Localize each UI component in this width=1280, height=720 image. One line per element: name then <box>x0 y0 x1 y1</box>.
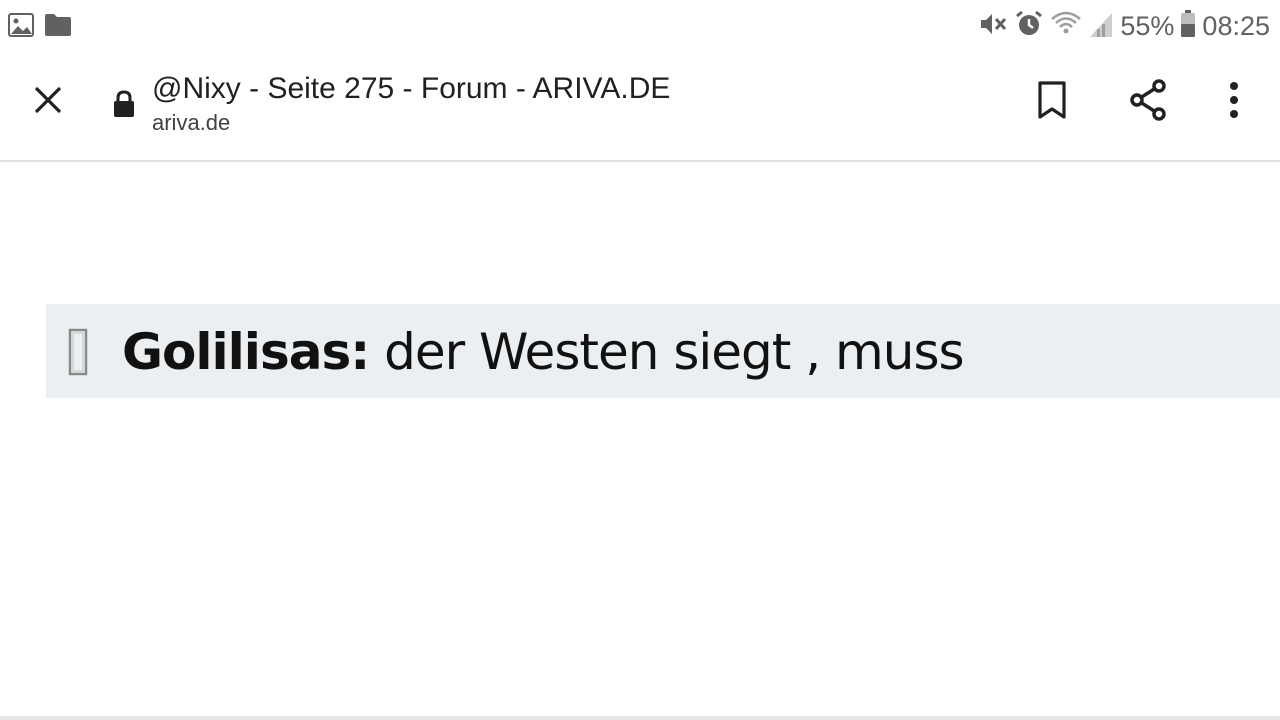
lock-icon <box>112 90 136 118</box>
status-bar-left <box>8 13 72 42</box>
page-host: ariva.de <box>152 110 231 135</box>
mute-icon <box>978 9 1008 44</box>
image-icon <box>8 13 34 42</box>
folder-icon <box>44 13 72 42</box>
battery-icon <box>1180 9 1196 43</box>
page-title: @Nixy - Seite 275 - Forum - ARIVA.DE <box>152 72 671 105</box>
quote-glyph-icon <box>68 328 88 376</box>
alarm-icon <box>1014 9 1044 44</box>
signal-icon <box>1088 9 1114 44</box>
wifi-icon <box>1050 9 1082 44</box>
quote-author: Golilisas: <box>122 323 370 381</box>
status-bar-right: 55% 08:25 <box>978 8 1270 44</box>
status-time: 08:25 <box>1202 10 1270 41</box>
custom-tab-toolbar: @Nixy - Seite 275 - Forum - ARIVA.DE ari… <box>0 50 1280 162</box>
page-info[interactable]: @Nixy - Seite 275 - Forum - ARIVA.DE ari… <box>152 70 670 138</box>
bookmark-button[interactable] <box>1028 78 1076 126</box>
more-options-button[interactable] <box>1210 78 1258 126</box>
status-bar: 55% 08:25 <box>0 0 1280 50</box>
quote-block: Golilisas: der Westen siegt , muss <box>46 304 1280 398</box>
web-content: Golilisas: der Westen siegt , muss <box>0 162 1280 718</box>
bookmark-icon <box>1036 80 1068 125</box>
more-vert-icon <box>1228 80 1240 125</box>
close-icon <box>32 84 64 121</box>
close-button[interactable] <box>26 80 70 124</box>
quote-body: der Westen siegt , muss <box>369 323 964 381</box>
share-icon <box>1128 78 1168 127</box>
quote-text: Golilisas: der Westen siegt , muss <box>122 323 965 381</box>
bottom-edge <box>0 716 1280 720</box>
share-button[interactable] <box>1124 78 1172 126</box>
battery-percent: 55% <box>1120 10 1175 41</box>
